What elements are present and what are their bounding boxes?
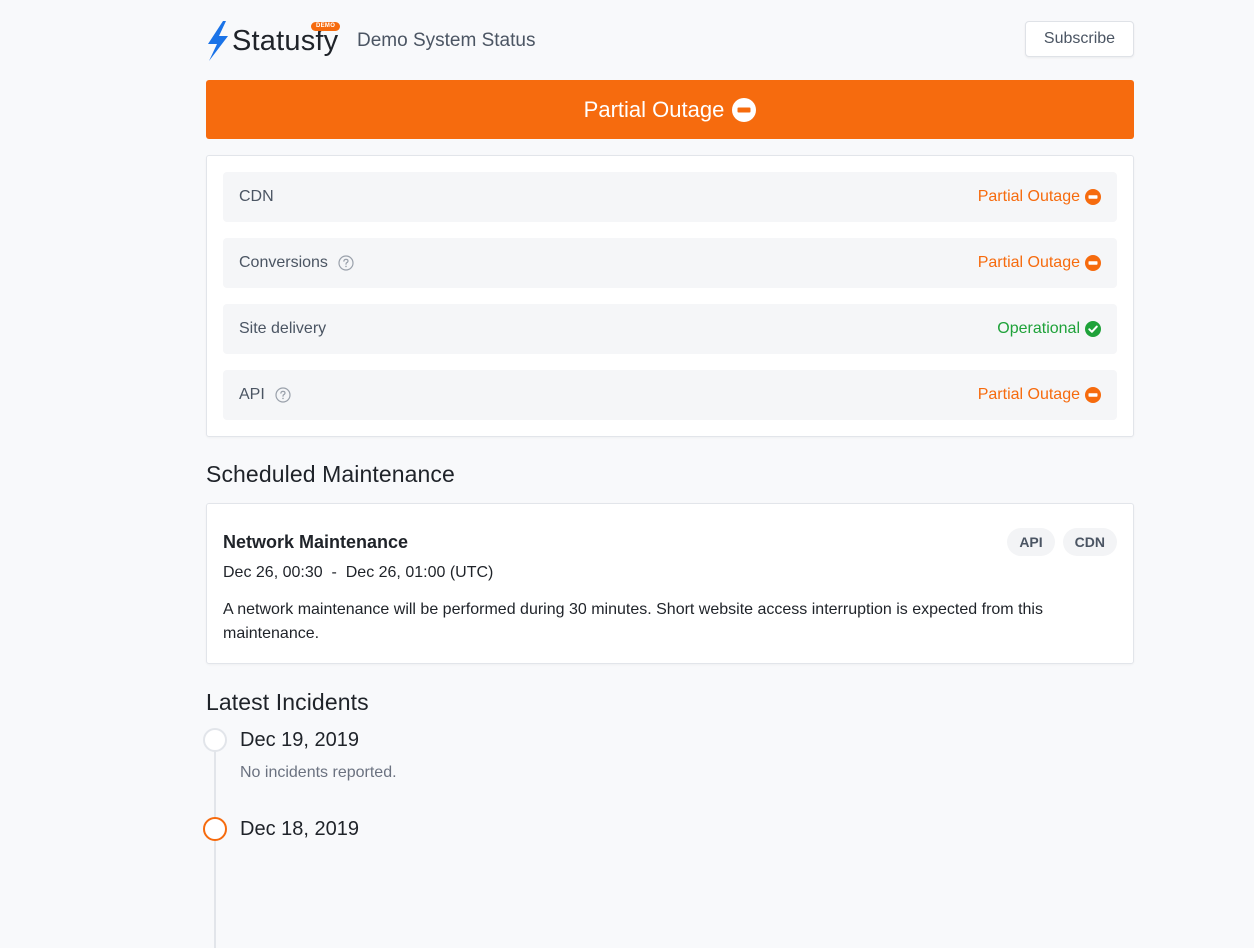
component-name: CDN [239, 188, 274, 205]
lightning-bolt-icon [208, 21, 228, 61]
incident-day: Dec 19, 2019 No incidents reported. [203, 728, 1134, 817]
component-name: API [239, 386, 291, 404]
site-title: Demo System Status [357, 30, 536, 51]
incident-day: Dec 18, 2019 [203, 817, 1134, 841]
component-row-api: API Partial Outage [223, 370, 1117, 420]
minus-circle-icon [1085, 189, 1101, 205]
subscribe-button[interactable]: Subscribe [1025, 21, 1134, 57]
question-circle-icon[interactable] [275, 387, 291, 403]
latest-incidents-heading: Latest Incidents [206, 689, 369, 715]
incident-date: Dec 19, 2019 [240, 729, 359, 751]
overall-status-label: Partial Outage [583, 96, 725, 122]
component-row-cdn: CDN Partial Outage [223, 172, 1117, 222]
component-tag: API [1007, 528, 1055, 556]
time-separator: - [331, 564, 337, 581]
maintenance-card: Network Maintenance API CDN Dec 26, 00:3… [206, 503, 1134, 664]
incidents-timeline: Dec 19, 2019 No incidents reported. Dec … [203, 728, 1134, 948]
component-tag: CDN [1062, 528, 1117, 556]
brand-logo[interactable]: Statusfy DEMO [206, 20, 341, 62]
question-circle-icon[interactable] [338, 255, 354, 271]
demo-badge: DEMO [311, 22, 341, 31]
overall-status-banner: Partial Outage [206, 80, 1134, 139]
minus-circle-icon [732, 97, 757, 122]
minus-circle-icon [1085, 255, 1101, 271]
maintenance-time-range: Dec 26, 00:30 - Dec 26, 01:00 (UTC) [223, 564, 1117, 582]
timeline-dot [203, 728, 227, 752]
component-status: Partial Outage [978, 254, 1101, 272]
brand-name: Statusfy DEMO [232, 22, 341, 57]
component-status: Partial Outage [978, 386, 1101, 404]
component-status: Partial Outage [978, 188, 1101, 206]
component-name: Conversions [239, 254, 354, 272]
maintenance-description: A network maintenance will be performed … [223, 601, 1043, 642]
component-row-site-delivery: Site delivery Operational [223, 304, 1117, 354]
page-container: Statusfy DEMO Demo System Status Subscri… [203, 0, 1134, 948]
maintenance-end: Dec 26, 01:00 [345, 564, 446, 581]
check-circle-icon [1085, 321, 1101, 337]
maintenance-title: Network Maintenance [223, 532, 409, 552]
component-name: Site delivery [239, 320, 327, 337]
scheduled-maintenance-heading: Scheduled Maintenance [206, 461, 455, 487]
maintenance-start: Dec 26, 00:30 [223, 564, 323, 581]
incident-date: Dec 18, 2019 [240, 818, 359, 840]
affected-components: API CDN [999, 528, 1117, 556]
components-card: CDN Partial Outage Conversions Partial O… [206, 155, 1134, 437]
minus-circle-icon [1085, 387, 1101, 403]
timeline-dot-partial [203, 817, 227, 841]
component-status: Operational [997, 320, 1101, 338]
header: Statusfy DEMO Demo System Status Subscri… [206, 0, 1134, 80]
incident-note: No incidents reported. [240, 764, 397, 781]
maintenance-timezone: (UTC) [449, 564, 494, 581]
component-row-conversions: Conversions Partial Outage [223, 238, 1117, 288]
